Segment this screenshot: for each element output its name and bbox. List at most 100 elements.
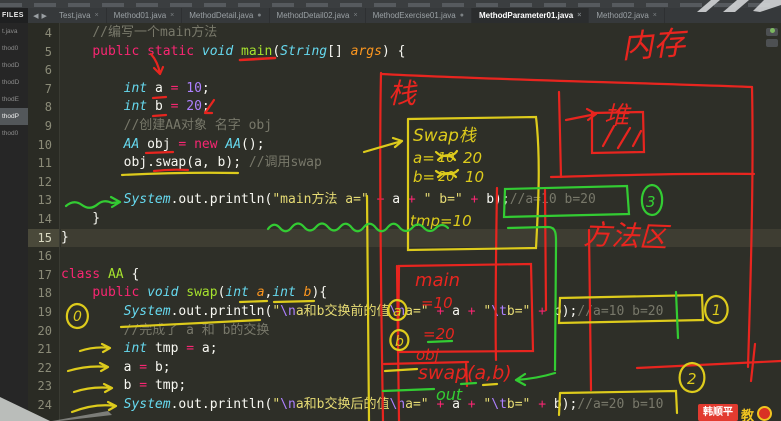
modified-icon[interactable]: ●	[460, 12, 464, 19]
line-number: 11	[37, 156, 52, 171]
close-icon[interactable]: ×	[170, 12, 174, 19]
code-token: 20	[186, 99, 202, 115]
code-token: []	[327, 43, 351, 59]
code-token: \t	[491, 303, 507, 319]
inspection-ok-icon	[769, 28, 775, 33]
tab-Method02.java[interactable]: Method02.java ×	[589, 8, 665, 23]
tab-MethodDetail.java[interactable]: MethodDetail.java ●	[182, 8, 270, 23]
code-token: //a=10 b=20	[577, 303, 664, 319]
code-token: public	[92, 285, 148, 301]
code-line[interactable]: AA obj = new AA();	[61, 136, 781, 155]
sidebar-file-item[interactable]: thod0	[0, 40, 28, 57]
code-token: //完成了 a 和 b的交换	[123, 322, 270, 338]
tab-MethodParameter01.java[interactable]: MethodParameter01.java ×	[471, 8, 590, 23]
code-line[interactable]: //编写一个main方法	[61, 24, 781, 43]
line-number: 19	[37, 304, 52, 319]
tab-bar-filler	[664, 8, 781, 23]
code-line[interactable]: System.out.println("\na和b交换前的值\na=" + a …	[61, 303, 781, 322]
code-token: \n	[389, 303, 406, 319]
tab-Method01.java[interactable]: Method01.java ×	[107, 8, 183, 23]
line-number: 16	[37, 249, 52, 264]
sidebar-file-item[interactable]: thod0	[0, 125, 28, 142]
code-line[interactable]	[61, 247, 781, 266]
tab-Test.java[interactable]: Test.java ×	[52, 8, 107, 23]
code-token: //a=20 b=10	[577, 396, 664, 412]
sidebar-file-item[interactable]: thodE	[0, 91, 28, 108]
code-token: b;	[154, 359, 171, 375]
code-line[interactable]: b = tmp;	[61, 377, 781, 396]
code-token: );	[494, 192, 510, 208]
code-line[interactable]: public static void main(String[] args) {	[61, 43, 781, 62]
code-line[interactable]: int b = 20;	[61, 98, 781, 117]
code-line[interactable]	[61, 61, 781, 80]
line-number: 6	[44, 63, 52, 78]
close-icon[interactable]: ×	[653, 12, 657, 19]
code-token: =	[170, 99, 187, 115]
code-token: ();	[241, 136, 265, 152]
code-token: );	[561, 303, 578, 319]
code-line[interactable]: }	[61, 228, 781, 248]
code-line[interactable]: }	[61, 210, 781, 229]
code-line[interactable]: int a = 10;	[61, 80, 781, 99]
code-line[interactable]: int tmp = a;	[61, 340, 781, 359]
code-line[interactable]: //完成了 a 和 b的交换	[61, 322, 781, 341]
sidebar-file-item[interactable]: thodP	[0, 108, 28, 125]
code-token: b	[303, 285, 312, 301]
code-token: System	[123, 192, 171, 208]
code-line[interactable]: class AA {	[61, 266, 781, 285]
line-number: 10	[37, 137, 52, 152]
code-token: .out.println(	[170, 303, 273, 319]
tab-back-icon[interactable]: ◀	[33, 12, 38, 20]
close-icon[interactable]: ×	[95, 12, 99, 19]
code-token: .out.println(	[170, 396, 273, 412]
code-token: String	[280, 43, 328, 59]
code-token: class	[61, 266, 108, 282]
code-token: b	[123, 378, 140, 394]
code-token: int	[123, 80, 155, 96]
modified-icon[interactable]: ●	[257, 12, 261, 19]
code-token: a	[452, 303, 460, 319]
tab-MethodDetail02.java[interactable]: MethodDetail02.java ×	[270, 8, 366, 23]
code-token: AA	[123, 136, 148, 152]
code-token: =	[178, 136, 195, 152]
code-token: +	[459, 303, 484, 319]
line-number: 22	[37, 360, 52, 375]
code-token: a	[452, 396, 460, 412]
file-sidebar[interactable]: t.java thod0 thodD thodD thodE thodP thod0	[0, 23, 28, 421]
close-icon[interactable]: ×	[577, 12, 581, 19]
close-icon[interactable]: ×	[353, 12, 357, 19]
tab-nav-arrows[interactable]: ◀ ▶	[28, 8, 52, 23]
code-token: swap	[154, 155, 187, 171]
code-line[interactable]: System.out.println("main方法 a=" + a + " b…	[61, 191, 781, 210]
menu-bar[interactable]	[0, 0, 781, 8]
line-number: 12	[37, 174, 52, 189]
code-line[interactable]: //创建AA对象 名字 obj	[61, 117, 781, 136]
code-area[interactable]: //编写一个main方法 public static void main(Str…	[61, 23, 781, 421]
code-token: \n	[280, 396, 296, 412]
code-line[interactable]: public void swap(int a,int b){	[61, 284, 781, 303]
line-number: 4	[44, 26, 52, 40]
line-number: 9	[44, 118, 52, 133]
sidebar-file-item[interactable]: t.java	[0, 23, 28, 40]
code-line[interactable]	[61, 173, 781, 192]
code-token: args	[350, 43, 382, 59]
tab-MethodExercise01.java[interactable]: MethodExercise01.java ●	[366, 8, 472, 23]
code-line[interactable]: a = b;	[61, 359, 781, 378]
sidebar-file-item[interactable]: thodD	[0, 74, 28, 91]
code-line[interactable]: System.out.println("\na和b交换后的值\na=" + a …	[61, 396, 781, 415]
tab-forward-icon[interactable]: ▶	[42, 12, 47, 20]
sidebar-file-item[interactable]: thodD	[0, 57, 28, 74]
line-number: 7	[44, 81, 52, 96]
code-line[interactable]: obj.swap(a, b); //调用swap	[61, 154, 781, 173]
inspections-widget[interactable]	[766, 27, 778, 50]
code-token: );	[561, 396, 578, 412]
code-token: }	[61, 210, 101, 226]
code-token: b="	[506, 396, 531, 412]
